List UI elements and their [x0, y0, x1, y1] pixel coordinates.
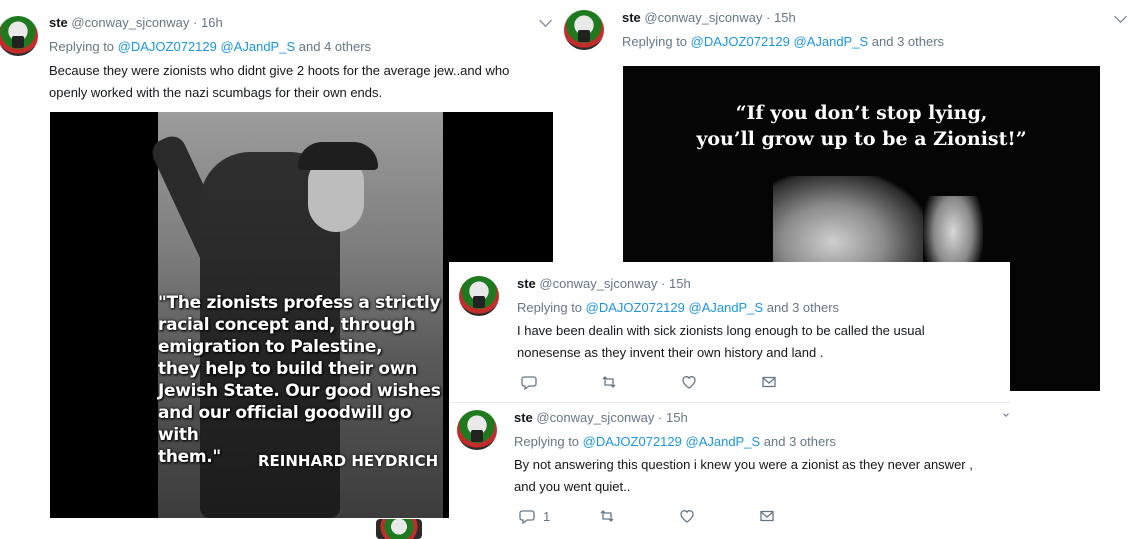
mention-link[interactable]: @AJandP_S	[221, 39, 296, 54]
author-name[interactable]: ste	[514, 410, 533, 425]
chevron-down-icon[interactable]	[1114, 10, 1127, 23]
separator-dot: ·	[661, 276, 666, 291]
mention-link[interactable]: @DAJOZ072129	[691, 34, 790, 49]
replying-prefix: Replying to	[517, 300, 583, 315]
author-handle[interactable]: @conway_sjconway	[71, 15, 189, 30]
reply-button[interactable]: 1	[519, 508, 599, 524]
tweet-text-line: By not answering this question i knew yo…	[514, 457, 973, 472]
like-icon	[680, 510, 694, 523]
author-handle[interactable]: @conway_sjconway	[539, 276, 657, 291]
avatar[interactable]	[0, 16, 38, 56]
tweet-text-line: nonesense as they invent their own histo…	[517, 345, 824, 360]
mention-link[interactable]: @AJandP_S	[686, 434, 761, 449]
avatar[interactable]	[564, 10, 604, 50]
replying-prefix: Replying to	[622, 34, 688, 49]
replying-to: Replying to @DAJOZ072129 @AJandP_S and 4…	[49, 39, 371, 54]
tweet-text: By not answering this question i knew yo…	[514, 454, 1004, 498]
retweet-icon	[602, 376, 616, 388]
reply-button[interactable]	[521, 374, 601, 390]
others-link[interactable]: and 3 others	[872, 34, 944, 49]
avatar[interactable]	[459, 276, 499, 316]
others-link[interactable]: and 4 others	[299, 39, 371, 54]
replying-prefix: Replying to	[514, 434, 580, 449]
like-button[interactable]	[681, 374, 761, 390]
tweet-actions: 1	[519, 508, 839, 524]
timestamp[interactable]: 15h	[669, 276, 691, 291]
tweet-text: Because they were zionists who didnt giv…	[49, 60, 559, 104]
tweet-actions	[521, 374, 841, 390]
divider	[449, 402, 1010, 403]
image-caption: “If you don’t stop lying, you’ll grow up…	[623, 100, 1100, 152]
replying-to: Replying to @DAJOZ072129 @AJandP_S and 3…	[622, 34, 944, 49]
like-icon	[682, 376, 696, 389]
dm-button[interactable]	[761, 374, 841, 390]
chevron-down-icon[interactable]	[1003, 411, 1009, 417]
timestamp[interactable]: 15h	[666, 410, 688, 425]
reply-count: 1	[543, 508, 551, 524]
tweet-text: I have been dealin with sick zionists lo…	[517, 320, 997, 364]
quote-line: racial concept and, through	[158, 315, 416, 335]
author-handle[interactable]: @conway_sjconway	[536, 410, 654, 425]
reply-icon	[519, 510, 535, 524]
separator-dot: ·	[766, 10, 771, 25]
author-name[interactable]: ste	[49, 15, 68, 30]
retweet-button[interactable]	[599, 508, 679, 524]
mention-link[interactable]: @DAJOZ072129	[583, 434, 682, 449]
author-name[interactable]: ste	[622, 10, 641, 25]
others-link[interactable]: and 3 others	[764, 434, 836, 449]
tweet-header: ste @conway_sjconway · 15h	[514, 410, 688, 425]
avatar[interactable]	[457, 410, 497, 450]
retweet-icon	[600, 510, 614, 522]
reply-icon	[521, 376, 537, 390]
dm-button[interactable]	[759, 508, 839, 524]
tweet-text-line: I have been dealin with sick zionists lo…	[517, 323, 925, 338]
tweet-header: ste @conway_sjconway · 15h	[622, 10, 796, 25]
photo-cap	[298, 142, 378, 170]
tweet-text-line: openly worked with the nazi scumbags for…	[49, 85, 383, 100]
caption-line: you’ll grow up to be a Zionist!”	[696, 128, 1027, 150]
replying-to: Replying to @DAJOZ072129 @AJandP_S and 3…	[514, 434, 836, 449]
timestamp[interactable]: 15h	[774, 10, 796, 25]
quote-line: and our official goodwill go with	[158, 403, 412, 445]
retweet-button[interactable]	[601, 374, 681, 390]
mention-link[interactable]: @AJandP_S	[689, 300, 764, 315]
chevron-down-icon[interactable]	[539, 14, 552, 27]
author-name[interactable]: ste	[517, 276, 536, 291]
separator-dot: ·	[658, 410, 663, 425]
image-quote: "The zionists profess a strictly racial …	[158, 292, 448, 468]
tweet-3: ste @conway_sjconway · 15h Replying to @…	[449, 262, 1010, 402]
dm-icon	[760, 510, 774, 522]
tweet-header: ste @conway_sjconway · 15h	[517, 276, 691, 291]
quote-line: Jewish State. Our good wishes	[158, 381, 441, 401]
avatar[interactable]	[376, 519, 422, 539]
like-button[interactable]	[679, 508, 759, 524]
tweet-header: ste @conway_sjconway · 16h	[49, 15, 223, 30]
others-link[interactable]: and 3 others	[767, 300, 839, 315]
mention-link[interactable]: @AJandP_S	[794, 34, 869, 49]
mention-link[interactable]: @DAJOZ072129	[118, 39, 217, 54]
timestamp[interactable]: 16h	[201, 15, 223, 30]
quote-line: they help to build their own	[158, 359, 418, 379]
dm-icon	[762, 376, 776, 388]
caption-line: “If you don’t stop lying,	[735, 102, 988, 124]
replying-to: Replying to @DAJOZ072129 @AJandP_S and 3…	[517, 300, 839, 315]
mention-link[interactable]: @DAJOZ072129	[586, 300, 685, 315]
tweet-text-line: Because they were zionists who didnt giv…	[49, 63, 510, 78]
image-credit: REINHARD HEYDRICH	[258, 452, 439, 470]
quote-line: "The zionists profess a strictly	[158, 293, 441, 313]
quote-line: emigration to Palestine,	[158, 337, 383, 357]
replying-prefix: Replying to	[49, 39, 115, 54]
separator-dot: ·	[193, 15, 198, 30]
tweet-4: ste @conway_sjconway · 15h Replying to @…	[449, 402, 1010, 525]
author-handle[interactable]: @conway_sjconway	[644, 10, 762, 25]
tweet-text-line: and you went quiet..	[514, 479, 631, 494]
